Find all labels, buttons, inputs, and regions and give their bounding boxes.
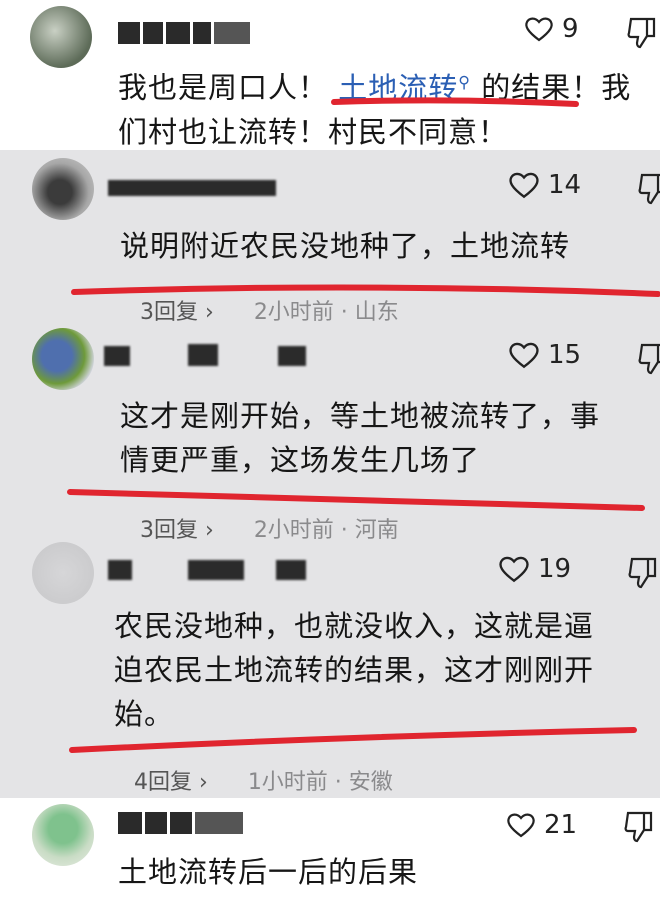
- comment-meta: 3回复 › 2小时前 · 山东: [140, 294, 399, 326]
- thumb-down-outline-icon[interactable]: [627, 16, 657, 50]
- replies-link[interactable]: 3回复 ›: [140, 294, 214, 326]
- search-icon: ⚲: [458, 72, 471, 91]
- comment-text: 土地流转后一后的后果: [118, 855, 419, 889]
- heart-outline-icon: [499, 556, 529, 583]
- highlight-underline: [69, 727, 637, 753]
- embedded-screenshot: 14 说明附近农民没地种了，土地流转 3回复 › 2小时前 · 山东 15 这才…: [0, 150, 660, 798]
- username-obscured[interactable]: [108, 180, 276, 196]
- heart-outline-icon: [525, 17, 553, 42]
- avatar[interactable]: [32, 804, 94, 866]
- like-button[interactable]: 15: [508, 340, 581, 370]
- heart-outline-icon: [509, 172, 539, 199]
- avatar[interactable]: [30, 6, 92, 68]
- like-count: 14: [548, 170, 582, 200]
- like-button[interactable]: 21: [506, 810, 577, 840]
- time-location: 2小时前 · 山东: [253, 300, 399, 325]
- replies-link[interactable]: 4回复 ›: [134, 764, 208, 796]
- username-obscured[interactable]: [108, 560, 132, 580]
- username-obscured: [188, 560, 244, 580]
- time-location: 1小时前 · 安徽: [247, 770, 393, 795]
- avatar[interactable]: [32, 328, 94, 390]
- heart-outline-icon: [509, 342, 539, 369]
- username-obscured: [276, 560, 306, 580]
- highlight-underline: [67, 489, 645, 511]
- avatar[interactable]: [32, 542, 94, 604]
- comment-meta: 3回复 › 2小时前 · 河南: [140, 512, 399, 544]
- comment-5: 21 土地流转后一后的后果: [0, 798, 660, 901]
- thumb-down-outline-icon[interactable]: [638, 342, 660, 376]
- thumb-down-outline-icon[interactable]: [628, 556, 658, 590]
- username-obscured: [188, 344, 218, 366]
- username-obscured[interactable]: [104, 346, 130, 366]
- like-count: 9: [562, 14, 579, 44]
- heart-outline-icon: [507, 813, 535, 838]
- comment-text: 这才是刚开始，等土地被流转了，事 情更严重，这场发生几场了: [120, 399, 601, 477]
- comment-1: 9 我也是周口人！ 土地流转⚲ 的结果！我们村也让流转！村民不同意！: [0, 0, 660, 150]
- username-obscured: [278, 346, 306, 366]
- like-button[interactable]: 19: [498, 554, 571, 584]
- username-obscured[interactable]: [118, 22, 253, 44]
- like-count: 19: [538, 554, 572, 584]
- username-obscured[interactable]: [118, 812, 248, 834]
- comment-meta: 4回复 › 1小时前 · 安徽: [134, 764, 393, 796]
- replies-link[interactable]: 3回复 ›: [140, 512, 214, 544]
- like-count: 15: [548, 340, 582, 370]
- highlight-underline: [331, 97, 579, 107]
- time-location: 2小时前 · 河南: [253, 518, 399, 543]
- comment-text: 说明附近农民没地种了，土地流转: [120, 229, 571, 263]
- thumb-down-outline-icon[interactable]: [638, 172, 660, 206]
- like-button[interactable]: 9: [524, 14, 579, 44]
- thumb-down-outline-icon[interactable]: [624, 810, 654, 844]
- like-count: 21: [544, 810, 578, 840]
- avatar[interactable]: [32, 158, 94, 220]
- like-button[interactable]: 14: [508, 170, 581, 200]
- comment-text: 农民没地种，也就没收入，这就是逼 迫农民土地流转的结果，这才刚刚开 始。: [114, 609, 595, 731]
